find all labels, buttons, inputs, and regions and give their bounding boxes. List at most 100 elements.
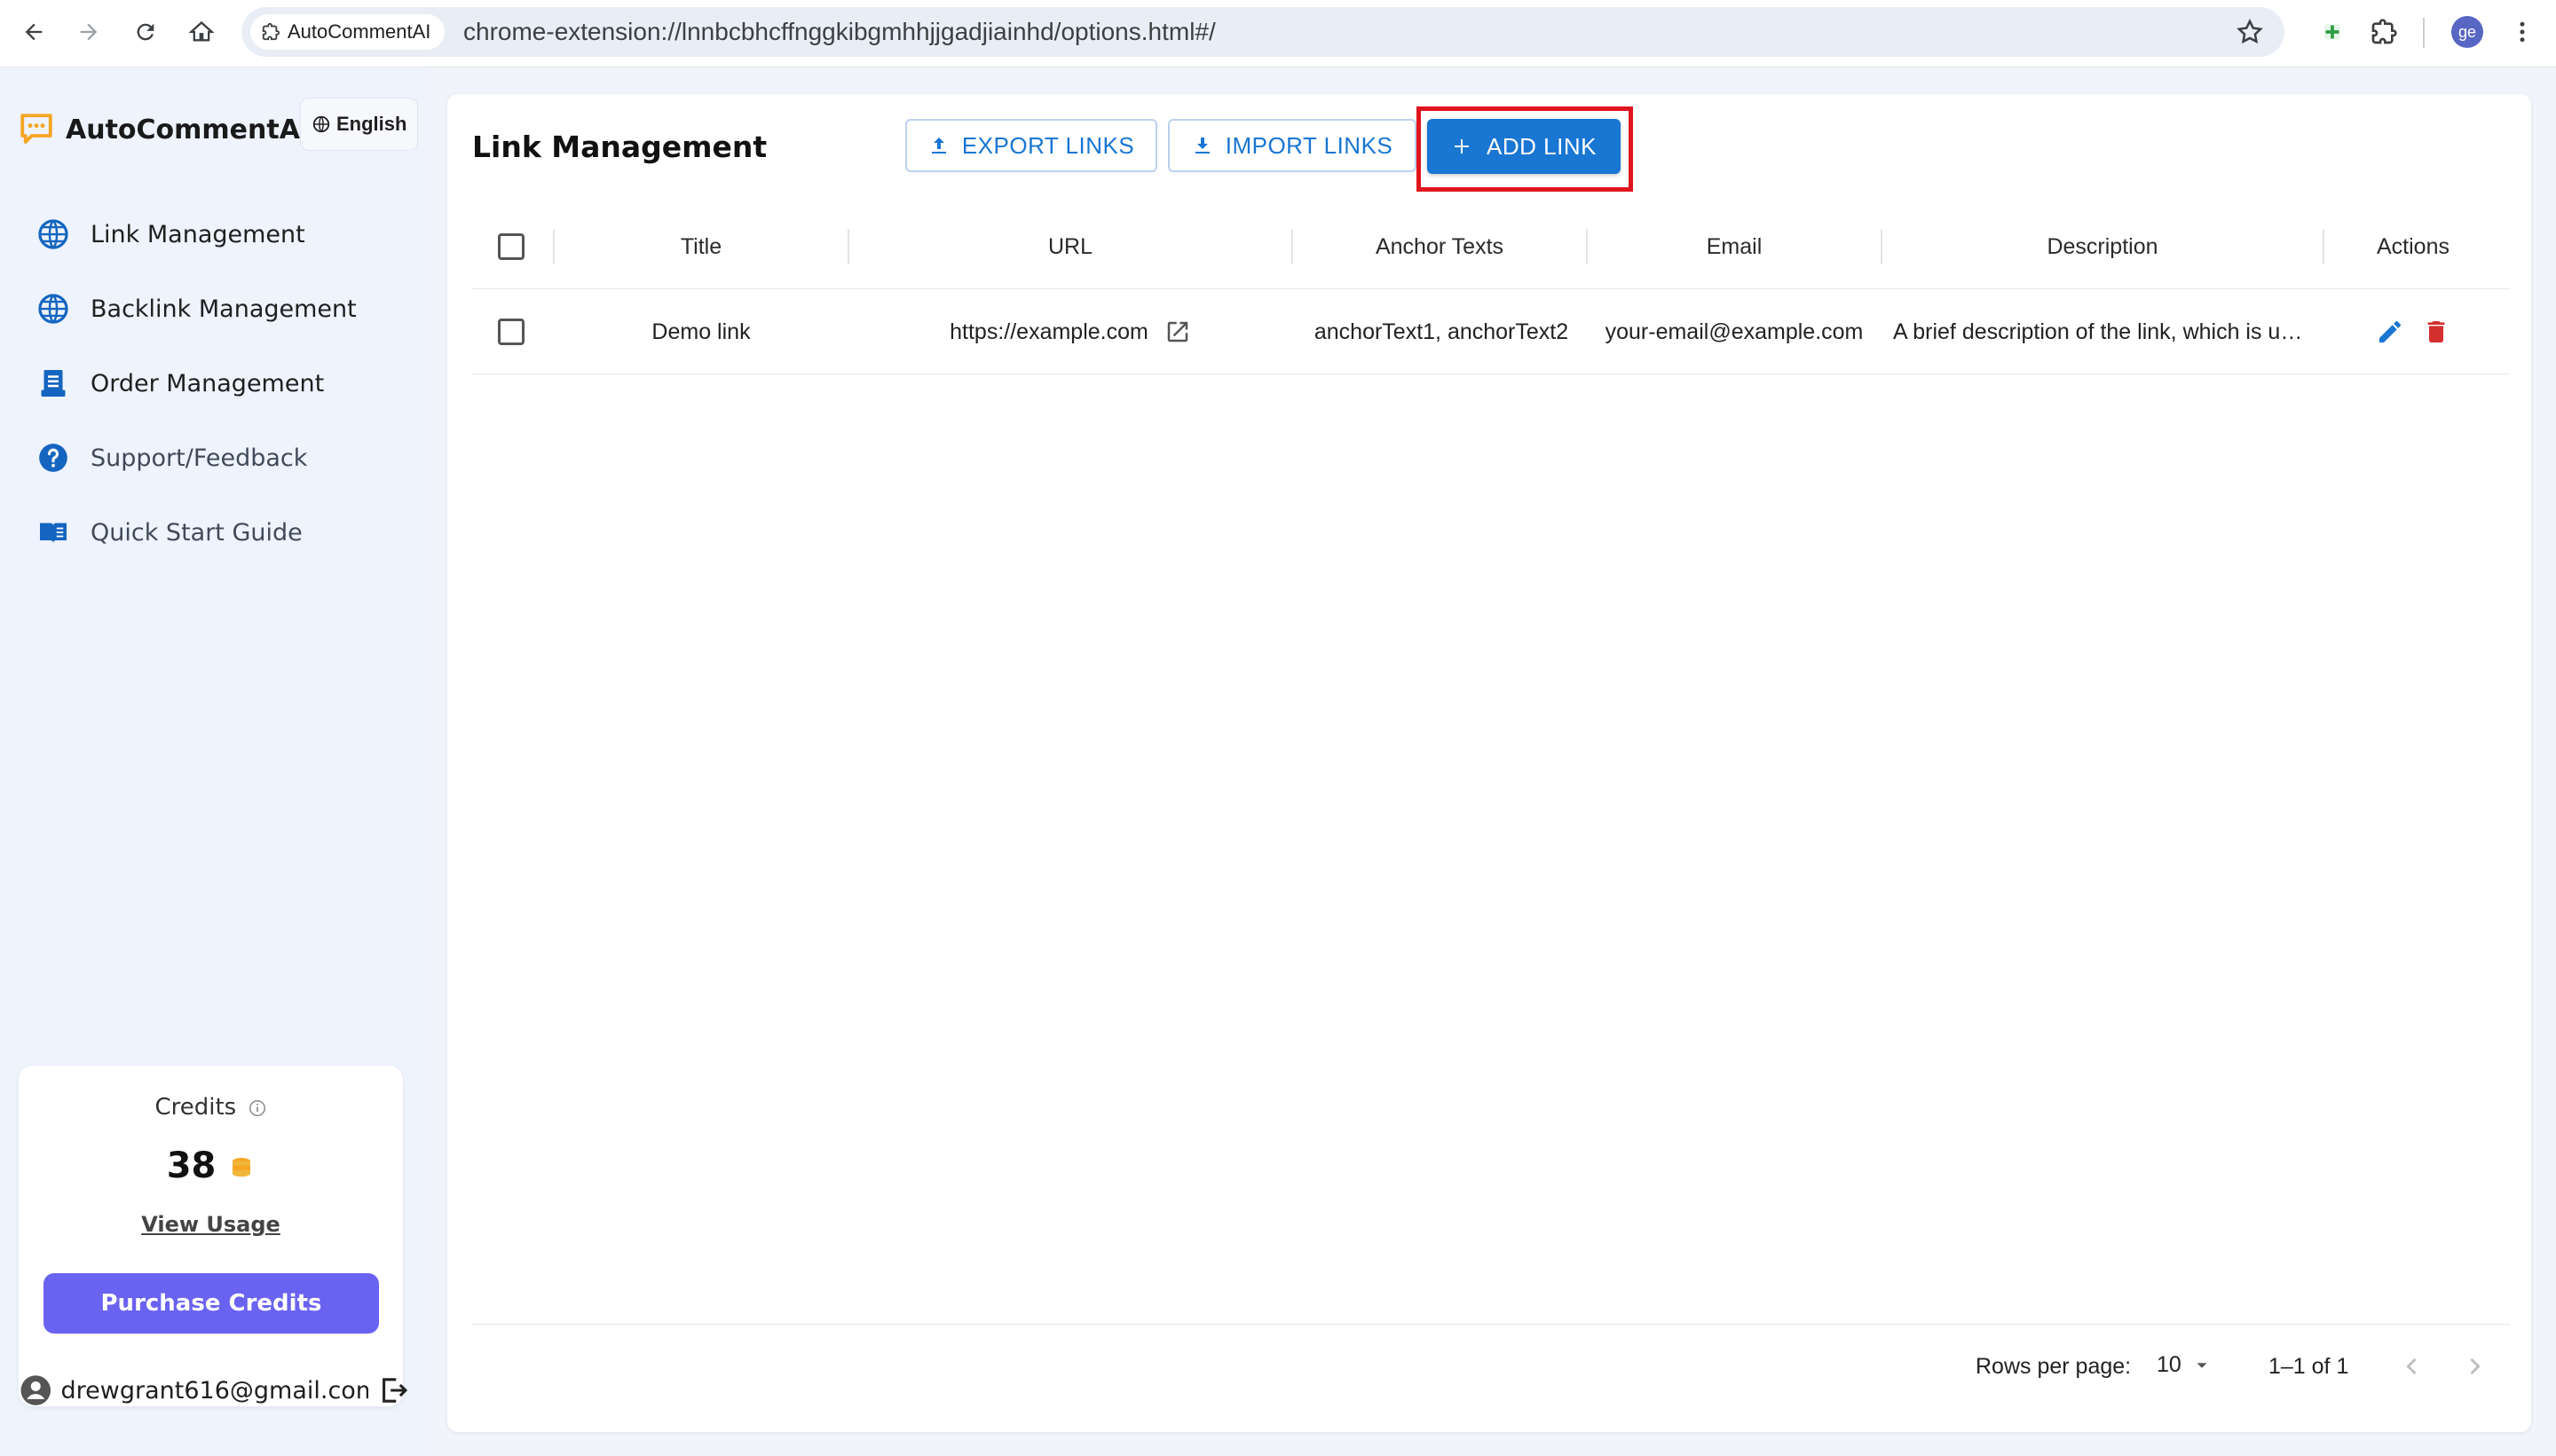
chevron-right-icon	[2470, 1358, 2481, 1375]
receipt-icon	[36, 366, 71, 401]
url-text[interactable]: chrome-extension://lnnbcbhcffnggkibgmhhj…	[463, 7, 1216, 57]
column-header-email[interactable]: Email	[1588, 204, 1881, 289]
sidebar-item-label: Order Management	[91, 369, 325, 397]
column-header-description[interactable]: Description	[1882, 204, 2323, 289]
language-label: English	[336, 113, 407, 135]
download-icon	[1195, 138, 1210, 153]
credits-balance: 38	[19, 1145, 403, 1186]
sidebar-item-backlink-management[interactable]: Backlink Management	[36, 272, 357, 346]
globe-icon	[36, 291, 71, 327]
extension-action-icon[interactable]	[2315, 14, 2350, 50]
credits-title: Credits	[154, 1094, 237, 1121]
profile-avatar[interactable]: ge	[2451, 16, 2483, 48]
sidebar-item-label: Support/Feedback	[91, 444, 308, 472]
bookmark-star-icon[interactable]	[2235, 17, 2265, 47]
back-button[interactable]	[14, 12, 53, 51]
select-all-checkbox[interactable]	[498, 233, 525, 260]
description-text: A brief description of the link, which i…	[1893, 319, 2312, 344]
cell-email: your-email@example.com	[1605, 319, 1864, 344]
delete-trash-icon[interactable]	[2422, 318, 2450, 346]
browser-toolbar: AutoCommentAI chrome-extension://lnnbcbh…	[0, 0, 2556, 67]
coins-icon	[233, 1158, 251, 1177]
link-management-panel: Link Management EXPORT LINKS IMPORT LINK…	[447, 94, 2531, 1432]
sidebar-item-label: Quick Start Guide	[91, 518, 303, 547]
row-checkbox[interactable]	[498, 319, 525, 345]
sidebar-item-order-management[interactable]: Order Management	[36, 346, 357, 421]
globe-icon	[312, 115, 330, 133]
sidebar-menu: Link Management Backlink Management Orde…	[36, 197, 357, 570]
view-usage-link[interactable]: View Usage	[19, 1212, 403, 1237]
purchase-credits-button[interactable]: Purchase Credits	[43, 1273, 379, 1334]
credits-card: Credits 38 View Usage Purchase Credits	[19, 1066, 403, 1406]
sidebar-item-label: Backlink Management	[91, 295, 357, 323]
table-row[interactable]: Demo link https://example.com anchorText…	[472, 289, 2510, 374]
table-header: Title URL Anchor Texts Email Description…	[472, 204, 2510, 289]
address-bar[interactable]: AutoCommentAI chrome-extension://lnnbcbh…	[241, 7, 2284, 57]
site-chip[interactable]: AutoCommentAI	[250, 14, 446, 50]
page-title: Link Management	[472, 130, 768, 164]
chat-logo-icon	[20, 114, 52, 144]
sidebar: AutoCommentAI English Link Management Ba…	[0, 68, 426, 1456]
export-links-label: EXPORT LINKS	[961, 131, 1135, 159]
rows-per-page-label: Rows per page:	[1976, 1354, 2132, 1379]
user-email: drewgrant616@gmail.com	[60, 1376, 369, 1405]
anchor-texts-text: anchorText1, anchorText2	[1314, 319, 1569, 344]
cell-url: https://example.com	[849, 289, 1291, 374]
upload-icon	[931, 138, 946, 153]
cell-description: A brief description of the link, which i…	[1893, 289, 2312, 374]
arrow-left-icon	[25, 23, 43, 41]
rows-per-page-value: 10	[2157, 1352, 2181, 1377]
caret-down-icon	[2197, 1362, 2207, 1368]
row-select-cell	[472, 289, 550, 374]
toolbar-divider	[2423, 18, 2425, 48]
help-circle-icon	[36, 440, 71, 476]
home-icon	[189, 20, 214, 42]
user-row: drewgrant616@gmail.com	[20, 1364, 410, 1417]
extensions-icon[interactable]	[2366, 14, 2402, 50]
import-links-label: IMPORT LINKS	[1225, 131, 1393, 159]
account-circle-icon	[20, 1375, 51, 1405]
language-selector[interactable]: English	[300, 98, 419, 151]
credits-value: 38	[166, 1145, 217, 1186]
puzzle-icon	[262, 22, 280, 41]
sidebar-item-quick-start-guide[interactable]: Quick Start Guide	[36, 495, 357, 570]
column-header-title[interactable]: Title	[555, 204, 848, 289]
url-link[interactable]: https://example.com	[950, 319, 1148, 345]
chevron-left-icon	[2406, 1358, 2417, 1375]
highlight-annotation	[1416, 106, 1633, 192]
cell-actions	[2324, 289, 2502, 374]
sidebar-item-support-feedback[interactable]: Support/Feedback	[36, 421, 357, 495]
forward-button[interactable]	[69, 12, 108, 51]
logout-icon[interactable]	[377, 1373, 410, 1408]
links-table: Title URL Anchor Texts Email Description…	[472, 204, 2510, 374]
home-button[interactable]	[182, 12, 221, 51]
rows-per-page-select[interactable]: 10	[2157, 1352, 2212, 1378]
brand-name: AutoCommentAI	[66, 114, 311, 146]
credits-heading: Credits	[19, 1094, 403, 1121]
cell-title: Demo link	[651, 319, 751, 344]
import-links-button[interactable]: IMPORT LINKS	[1168, 119, 1416, 172]
export-links-button[interactable]: EXPORT LINKS	[905, 119, 1157, 172]
edit-pencil-icon[interactable]	[2376, 318, 2404, 346]
arrow-right-icon	[80, 23, 98, 41]
select-all-cell	[472, 204, 550, 289]
more-menu-icon[interactable]	[2505, 14, 2540, 50]
pagination-range: 1–1 of 1	[2268, 1354, 2349, 1379]
column-header-actions: Actions	[2377, 233, 2450, 259]
site-chip-label: AutoCommentAI	[288, 20, 431, 43]
previous-page-button[interactable]	[2391, 1345, 2434, 1388]
column-header-anchor-texts[interactable]: Anchor Texts	[1293, 204, 1586, 289]
open-in-new-icon[interactable]	[1164, 319, 1191, 345]
brand[interactable]: AutoCommentAI	[18, 111, 310, 148]
reload-icon	[137, 23, 154, 41]
profile-initials: ge	[2457, 22, 2477, 41]
sidebar-item-link-management[interactable]: Link Management	[36, 197, 357, 272]
next-page-button[interactable]	[2453, 1345, 2496, 1388]
column-header-url[interactable]: URL	[849, 204, 1291, 289]
pagination: Rows per page: 10 1–1 of 1	[447, 1324, 2531, 1413]
sidebar-item-label: Link Management	[91, 220, 305, 248]
info-icon[interactable]	[248, 1098, 267, 1118]
reload-button[interactable]	[126, 12, 165, 51]
book-icon	[36, 515, 71, 550]
cell-anchor-texts: anchorText1, anchorText2	[1304, 289, 1579, 374]
